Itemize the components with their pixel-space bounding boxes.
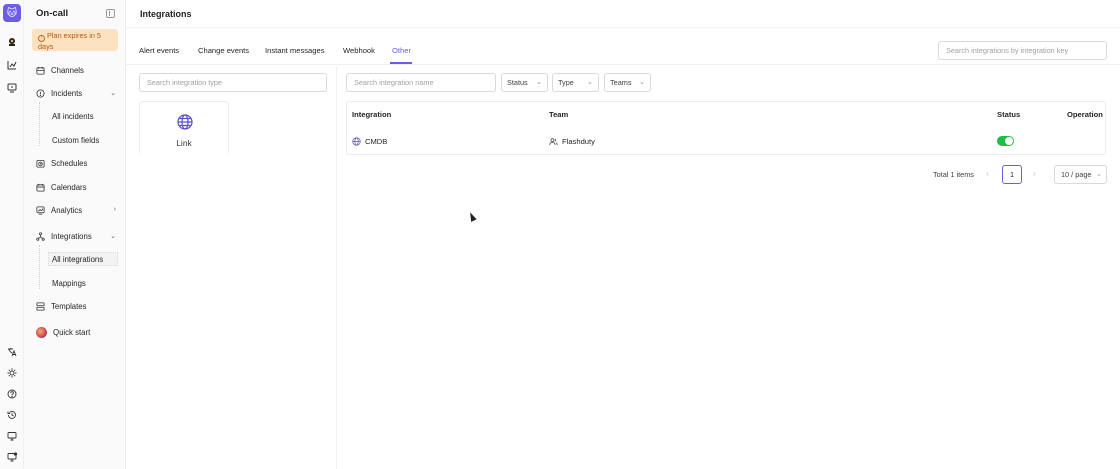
integration-type-label: Link bbox=[176, 138, 192, 148]
section-title: On-call bbox=[36, 8, 69, 19]
users-icon bbox=[549, 138, 558, 146]
integration-key-search-input[interactable] bbox=[938, 41, 1107, 60]
schedule-icon bbox=[36, 159, 45, 168]
globe-icon bbox=[177, 114, 193, 130]
page-size-select[interactable]: 10 / page ⌄ bbox=[1054, 165, 1107, 184]
next-page-icon[interactable]: › bbox=[1033, 169, 1036, 178]
page-title: Integrations bbox=[140, 9, 192, 19]
tab-other[interactable]: Other bbox=[392, 46, 411, 55]
type-filter[interactable]: Type ⌄ bbox=[552, 73, 599, 92]
chevron-right-icon: › bbox=[113, 206, 116, 213]
analytics-icon bbox=[36, 205, 45, 215]
channels-icon bbox=[36, 66, 45, 75]
sidebar-item-label: Analytics bbox=[51, 205, 83, 215]
chevron-down-icon: ⌄ bbox=[587, 79, 593, 86]
alert-icon bbox=[36, 88, 45, 98]
integrations-icon bbox=[36, 231, 45, 241]
tab-webhook[interactable]: Webhook bbox=[343, 46, 375, 55]
sidebar-item-integrations[interactable]: Integrations ⌄ bbox=[36, 229, 118, 243]
sidebar-item-label: Templates bbox=[51, 301, 87, 311]
chevron-down-icon: ⌄ bbox=[1096, 171, 1102, 178]
page-1-button[interactable]: 1 bbox=[1002, 165, 1022, 184]
column-header-integration[interactable]: Integration bbox=[352, 110, 391, 119]
pagination-total: Total 1 items bbox=[933, 170, 974, 179]
sidebar-item-label: Schedules bbox=[51, 158, 88, 168]
sidebar-item-channels[interactable]: Channels bbox=[36, 63, 118, 77]
page-size-label: 10 / page bbox=[1061, 170, 1092, 179]
mouse-cursor-icon bbox=[467, 211, 477, 222]
sidebar-item-all-incidents[interactable]: All incidents bbox=[52, 109, 94, 123]
pane-divider bbox=[336, 66, 337, 469]
desktop-alert-icon[interactable] bbox=[6, 451, 18, 463]
sidebar-item-calendars[interactable]: Calendars bbox=[36, 180, 118, 194]
table-row-integration[interactable]: CMDB bbox=[352, 137, 387, 146]
sidebar-item-mappings[interactable]: Mappings bbox=[52, 276, 86, 290]
help-icon[interactable] bbox=[6, 388, 18, 400]
integration-name-search-input[interactable] bbox=[346, 73, 496, 92]
avatar bbox=[36, 326, 47, 338]
sidebar-item-label: Channels bbox=[51, 65, 84, 75]
templates-icon bbox=[36, 301, 45, 311]
sidebar-item-label: Calendars bbox=[51, 182, 87, 192]
status-toggle[interactable] bbox=[997, 136, 1014, 146]
page-header: Integrations bbox=[126, 0, 1120, 28]
calendar-icon bbox=[36, 183, 45, 192]
translate-icon[interactable] bbox=[6, 346, 18, 358]
integration-type-card-link[interactable]: Link bbox=[139, 101, 229, 153]
type-filter-label: Type bbox=[558, 78, 574, 87]
sidebar-item-analytics[interactable]: Analytics › bbox=[36, 203, 118, 217]
monitor-alert-icon[interactable] bbox=[6, 82, 18, 94]
desktop-icon[interactable] bbox=[6, 430, 18, 442]
tab-divider bbox=[126, 64, 1120, 65]
teams-filter[interactable]: Teams ⌄ bbox=[604, 73, 651, 92]
chart-icon[interactable] bbox=[6, 59, 18, 71]
chevron-down-icon: ⌄ bbox=[639, 79, 645, 86]
sidebar-item-templates[interactable]: Templates bbox=[36, 299, 118, 313]
column-header-team[interactable]: Team bbox=[549, 110, 568, 119]
collapse-sidebar-icon[interactable] bbox=[106, 9, 115, 18]
integrations-table: Integration Team Status Operation CMDB F… bbox=[346, 101, 1106, 155]
sidebar: On-call ! Plan expires in 5 days Channel… bbox=[24, 0, 126, 469]
prev-page-icon[interactable]: ‹ bbox=[986, 169, 989, 178]
integration-type-search-input[interactable] bbox=[139, 73, 327, 92]
sidebar-item-label: Quick start bbox=[53, 327, 91, 337]
status-filter-label: Status bbox=[507, 78, 528, 87]
tab-alert-events[interactable]: Alert events bbox=[139, 46, 179, 55]
sidebar-item-label: Integrations bbox=[51, 231, 92, 241]
tab-instant-messages[interactable]: Instant messages bbox=[265, 46, 325, 55]
sidebar-item-schedules[interactable]: Schedules bbox=[36, 156, 118, 170]
plan-expiry-banner[interactable]: ! Plan expires in 5 days bbox=[32, 29, 118, 51]
column-header-status[interactable]: Status bbox=[997, 110, 1020, 119]
chevron-down-icon: ⌄ bbox=[536, 79, 542, 86]
cat-logo-icon[interactable]: 🐱 bbox=[3, 4, 21, 22]
chevron-down-icon: ⌄ bbox=[110, 90, 116, 97]
sidebar-item-all-integrations[interactable]: All integrations bbox=[48, 252, 118, 266]
info-icon: ! bbox=[38, 35, 45, 42]
column-header-operation[interactable]: Operation bbox=[1067, 110, 1103, 119]
table-row-team: Flashduty bbox=[549, 137, 595, 146]
integration-name: CMDB bbox=[365, 137, 388, 146]
icon-rail: 🐱 bbox=[0, 0, 24, 469]
sidebar-item-custom-fields[interactable]: Custom fields bbox=[52, 133, 99, 147]
globe-icon bbox=[352, 137, 361, 146]
sidebar-item-quick-start[interactable]: Quick start bbox=[36, 325, 118, 339]
tab-change-events[interactable]: Change events bbox=[198, 46, 249, 55]
sidebar-item-label: Incidents bbox=[51, 88, 83, 98]
teams-filter-label: Teams bbox=[610, 78, 632, 87]
sun-icon[interactable] bbox=[6, 367, 18, 379]
team-name: Flashduty bbox=[562, 137, 595, 146]
user-badge-icon[interactable] bbox=[6, 36, 18, 48]
sidebar-item-incidents[interactable]: Incidents ⌄ bbox=[36, 86, 118, 100]
history-icon[interactable] bbox=[6, 409, 18, 421]
chevron-down-icon: ⌄ bbox=[110, 233, 116, 240]
status-filter[interactable]: Status ⌄ bbox=[501, 73, 548, 92]
plan-expiry-text: Plan expires in 5 days bbox=[38, 31, 101, 51]
